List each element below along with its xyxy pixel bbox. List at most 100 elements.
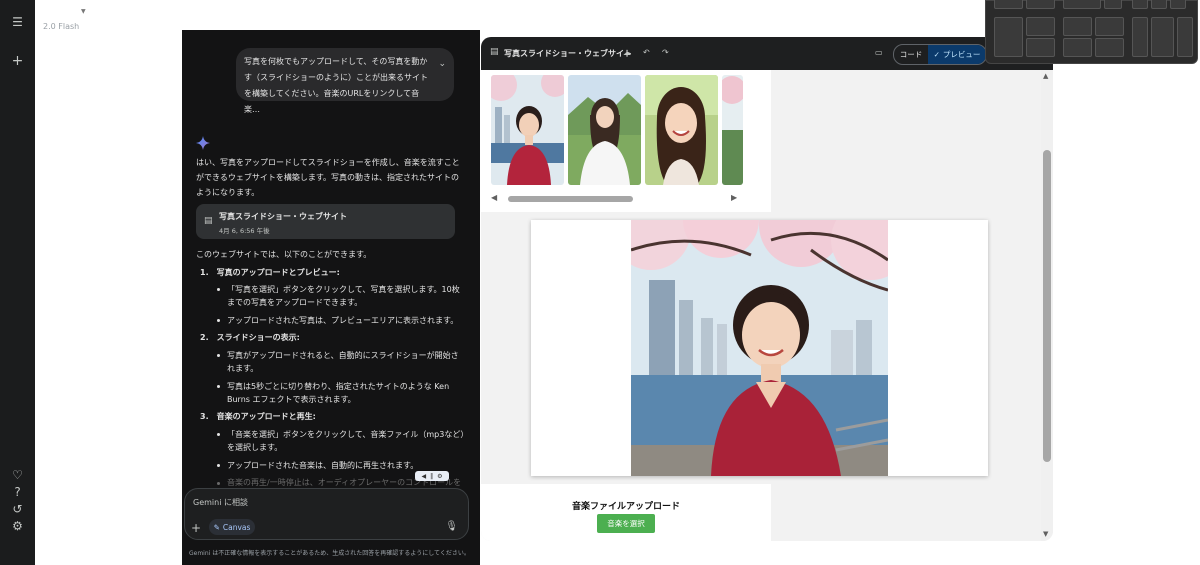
bullet-line: アップロードされた音楽は、自動的に再生されます。 xyxy=(227,461,419,470)
help-icon[interactable]: ? xyxy=(9,483,26,500)
bullet-line: 写真がアップロードされると、自動的にスライドショーが開始さ xyxy=(227,351,459,360)
tab-preview[interactable]: ✓ プレビュー xyxy=(928,45,986,64)
reply-lead: このウェブサイトでは、以下のことができます。 xyxy=(196,250,372,259)
snap-zone[interactable] xyxy=(1104,0,1122,9)
snap-zone[interactable] xyxy=(1063,17,1092,36)
preview-area: ◀ ▶ 音楽ファイルアップロード 音楽を選択 xyxy=(481,70,1041,541)
photo-thumbnail[interactable] xyxy=(491,75,564,185)
gemini-spark-icon xyxy=(196,136,210,150)
canvas-chip[interactable]: ✎ Canvas xyxy=(209,519,255,535)
undo-icon[interactable]: ↶ xyxy=(643,48,650,57)
expand-chevron-icon[interactable]: ⌄ xyxy=(438,56,446,72)
preview-scrollbar[interactable]: ▲ ▼ xyxy=(1041,70,1053,541)
prompt-input[interactable]: Gemini に相談 + ✎ Canvas 🎙 xyxy=(184,488,469,540)
mic-icon[interactable]: 🎙 xyxy=(445,521,458,532)
user-prompt-line: す（スライドショーのように）ことが出来るサイト xyxy=(244,73,428,82)
snap-zone[interactable] xyxy=(1026,38,1055,57)
section-heading: 1. 写真のアップロードとプレビュー: xyxy=(200,268,340,277)
snap-zone[interactable] xyxy=(994,0,1023,9)
scrollbar-thumb[interactable] xyxy=(1043,150,1051,462)
scroll-up-icon[interactable]: ▲ xyxy=(1043,72,1048,80)
snap-zone[interactable] xyxy=(1151,0,1167,9)
snap-zone[interactable] xyxy=(1151,17,1174,57)
music-upload-section: 音楽ファイルアップロード 音楽を選択 xyxy=(481,484,771,541)
canvas-label: Canvas xyxy=(222,522,251,532)
document-icon: ▤ xyxy=(204,216,213,226)
bullet-line: 「音楽を選択」ボタンをクリックして、音楽ファイル（mp3など） xyxy=(227,430,469,439)
slideshow-photo xyxy=(631,220,888,476)
settings-icon[interactable]: ⚙ xyxy=(9,517,26,534)
view-toggle[interactable]: コード ✓ プレビュー xyxy=(893,44,987,65)
scrollbar-thumb[interactable] xyxy=(508,196,633,202)
scroll-down-icon[interactable]: ▼ xyxy=(1043,530,1048,538)
snap-zone[interactable] xyxy=(1026,0,1055,9)
left-rail: ☰ + ♡ ? ↺ ⚙ xyxy=(0,0,35,565)
bullet-dot xyxy=(217,288,220,291)
pause-icon[interactable]: ‖ xyxy=(430,473,433,480)
bullet-dot xyxy=(217,482,220,485)
tab-preview-label: プレビュー xyxy=(942,50,981,59)
music-heading: 音楽ファイルアップロード xyxy=(571,502,680,512)
canvas-icon: ✎ xyxy=(213,522,220,532)
bullet-dot xyxy=(217,354,220,357)
photo-thumbnail[interactable] xyxy=(568,75,641,185)
screen-icon[interactable]: ▭ xyxy=(875,48,883,57)
user-prompt-line: を構築してください。音楽のURLをリンクして音楽… xyxy=(244,89,420,114)
snap-zone[interactable] xyxy=(1132,17,1148,57)
snap-zone[interactable] xyxy=(1026,17,1055,36)
menu-icon[interactable]: ☰ xyxy=(9,13,26,30)
canvas-header: ▤ 写真スライドショー・ウェブサイト ☁ ↶ ↷ ▭ コード ✓ プレビュー xyxy=(481,37,1053,70)
canvas-doc-card[interactable]: ▤ 写真スライドショー・ウェブサイト 4月 6, 6:56 午後 xyxy=(196,204,455,239)
scroll-right-icon[interactable]: ▶ xyxy=(731,193,737,202)
section-heading: 3. 音楽のアップロードと再生: xyxy=(200,412,316,421)
reply-line: はい、写真をアップロードしてスライドショーを作成し、音楽を流すこと xyxy=(196,158,460,167)
bullet-dot xyxy=(217,319,220,322)
bullet-dot xyxy=(217,433,220,436)
model-caret-icon[interactable]: ▼ xyxy=(81,8,86,15)
select-music-button[interactable]: 音楽を選択 xyxy=(597,514,655,533)
canvas-panel: ▤ 写真スライドショー・ウェブサイト ☁ ↶ ↷ ▭ コード ✓ プレビュー ◀… xyxy=(481,37,1053,541)
snap-zone[interactable] xyxy=(1095,38,1124,57)
gear-icon[interactable]: ⚙ xyxy=(437,473,442,480)
snap-zone[interactable] xyxy=(1063,38,1092,57)
card-time: 4月 6, 6:56 午後 xyxy=(219,227,270,235)
scroll-left-icon[interactable]: ◀ xyxy=(491,193,497,202)
snap-zone[interactable] xyxy=(1177,17,1193,57)
user-prompt-line: 写真を何枚でもアップロードして、その写真を動か xyxy=(244,57,428,66)
snap-zone[interactable] xyxy=(1170,0,1186,9)
redo-icon[interactable]: ↷ xyxy=(662,48,669,57)
tab-code[interactable]: コード xyxy=(894,45,928,64)
inline-toolbar[interactable]: ◀ ‖ ⚙ xyxy=(415,471,449,481)
bullet-line: アップロードされた写真は、プレビューエリアに表示されます。 xyxy=(227,316,459,325)
gem-icon[interactable]: ♡ xyxy=(9,466,26,483)
photo-thumbnail[interactable] xyxy=(645,75,718,185)
bullet-line: れます。 xyxy=(227,364,259,373)
snap-zone[interactable] xyxy=(1063,0,1101,9)
snap-layout-flyout xyxy=(985,0,1198,64)
snap-zone[interactable] xyxy=(1132,0,1148,9)
history-icon[interactable]: ↺ xyxy=(9,500,26,517)
sound-icon[interactable]: ◀ xyxy=(421,473,426,480)
new-chat-icon[interactable]: + xyxy=(9,52,26,69)
bullet-line: を選択します。 xyxy=(227,443,283,452)
add-file-icon[interactable]: + xyxy=(191,521,201,535)
document-icon: ▤ xyxy=(490,47,499,57)
snap-zone[interactable] xyxy=(994,17,1023,57)
section-heading: 2. スライドショーの表示: xyxy=(200,333,300,342)
cloud-icon[interactable]: ☁ xyxy=(623,48,631,57)
disclaimer: Gemini は不正確な情報を表示することがあるため、生成された回答を再確認する… xyxy=(189,550,470,557)
reply-line: ができるウェブサイトを構築します。写真の動きは、指定されたサイトの xyxy=(196,173,460,182)
prompt-placeholder[interactable]: Gemini に相談 xyxy=(193,497,248,508)
photo-thumbnail[interactable] xyxy=(722,75,743,185)
snap-zone[interactable] xyxy=(1095,17,1124,36)
bullet-line: までの写真をアップロードできます。 xyxy=(227,298,363,307)
reply-intro: はい、写真をアップロードしてスライドショーを作成し、音楽を流すこと ができるウェ… xyxy=(196,155,460,200)
check-icon: ✓ xyxy=(933,50,940,59)
gallery-scrollbar[interactable]: ◀ ▶ xyxy=(491,193,741,203)
model-label[interactable]: 2.0 Flash xyxy=(43,22,79,31)
canvas-title: 写真スライドショー・ウェブサイト xyxy=(504,49,632,58)
chat-column: 写真を何枚でもアップロードして、その写真を動か す（スライドショーのように）こと… xyxy=(182,30,480,565)
bullet-line: 「写真を選択」ボタンをクリックして、写真を選択します。10枚 xyxy=(227,285,460,294)
bullet-line: Burns エフェクトで表示されます。 xyxy=(227,395,356,404)
reply-line: ようになります。 xyxy=(196,188,260,197)
